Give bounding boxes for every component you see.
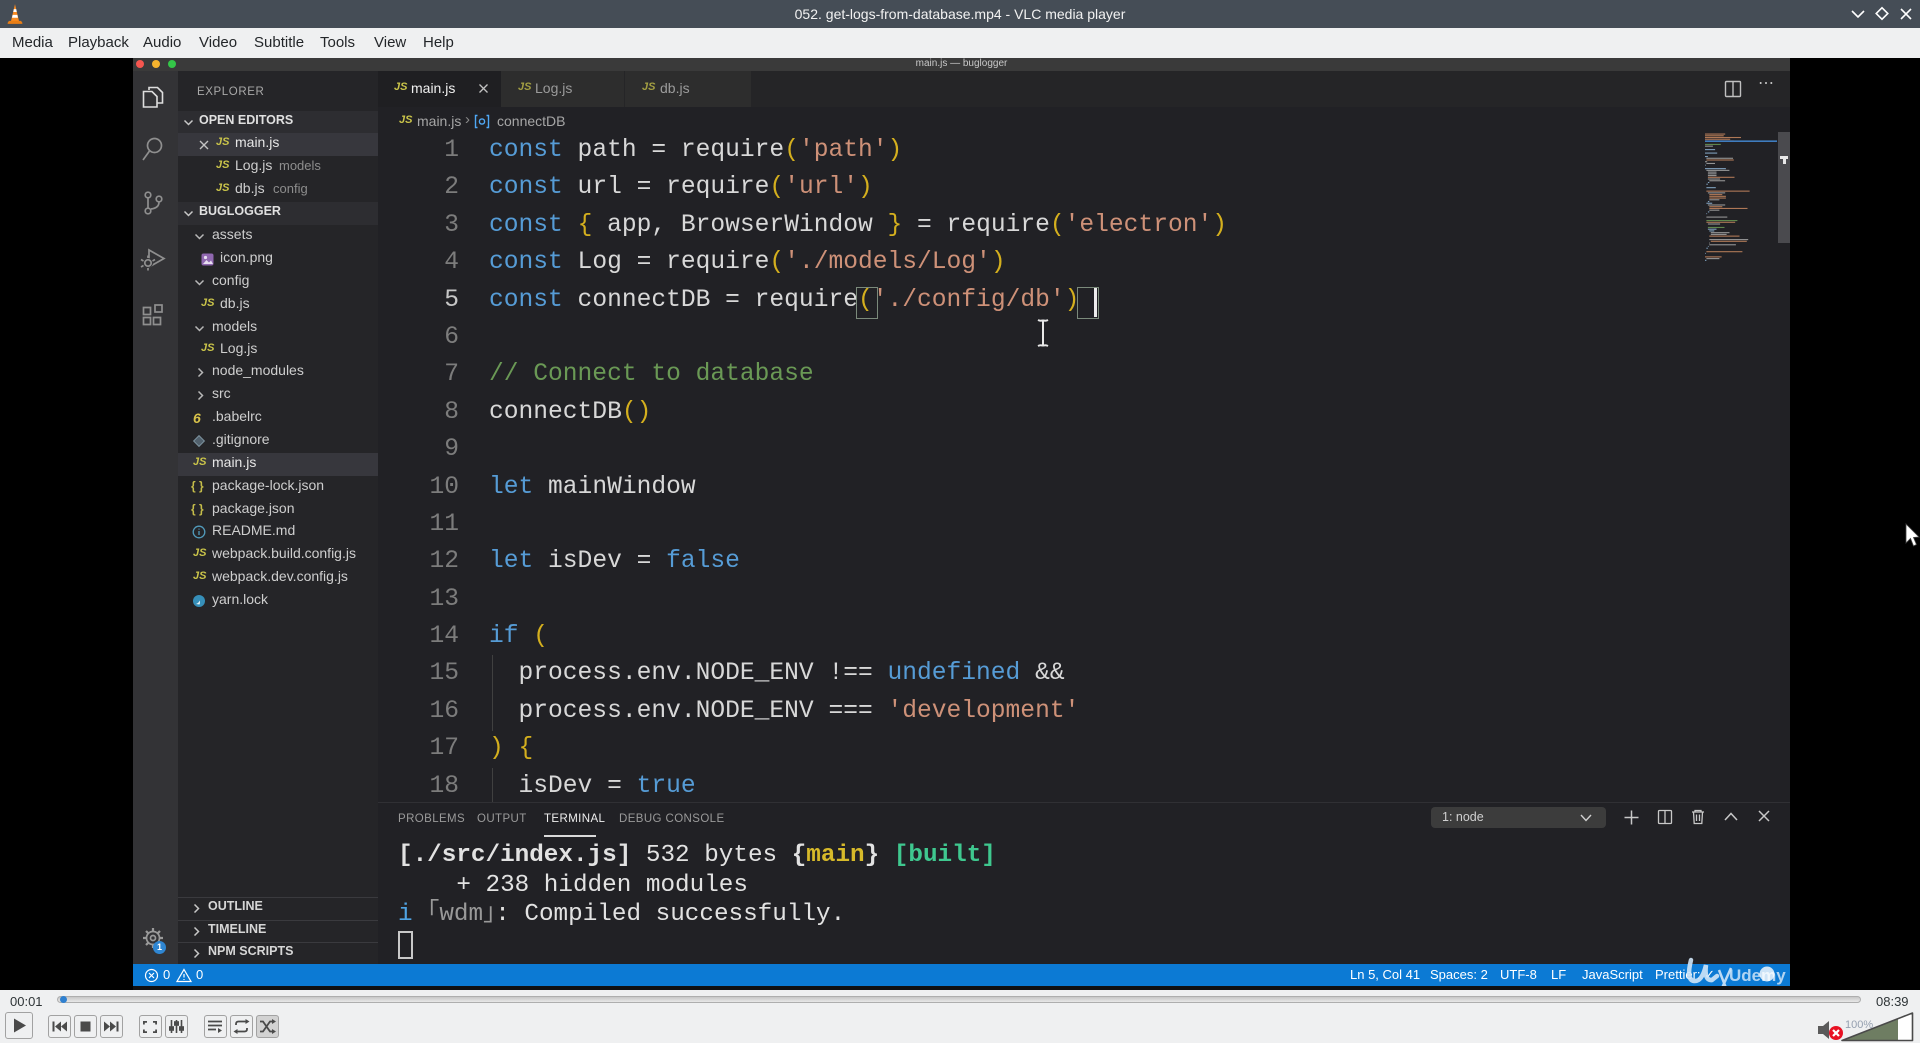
svg-text:Udemy: Udemy [1729, 966, 1786, 985]
